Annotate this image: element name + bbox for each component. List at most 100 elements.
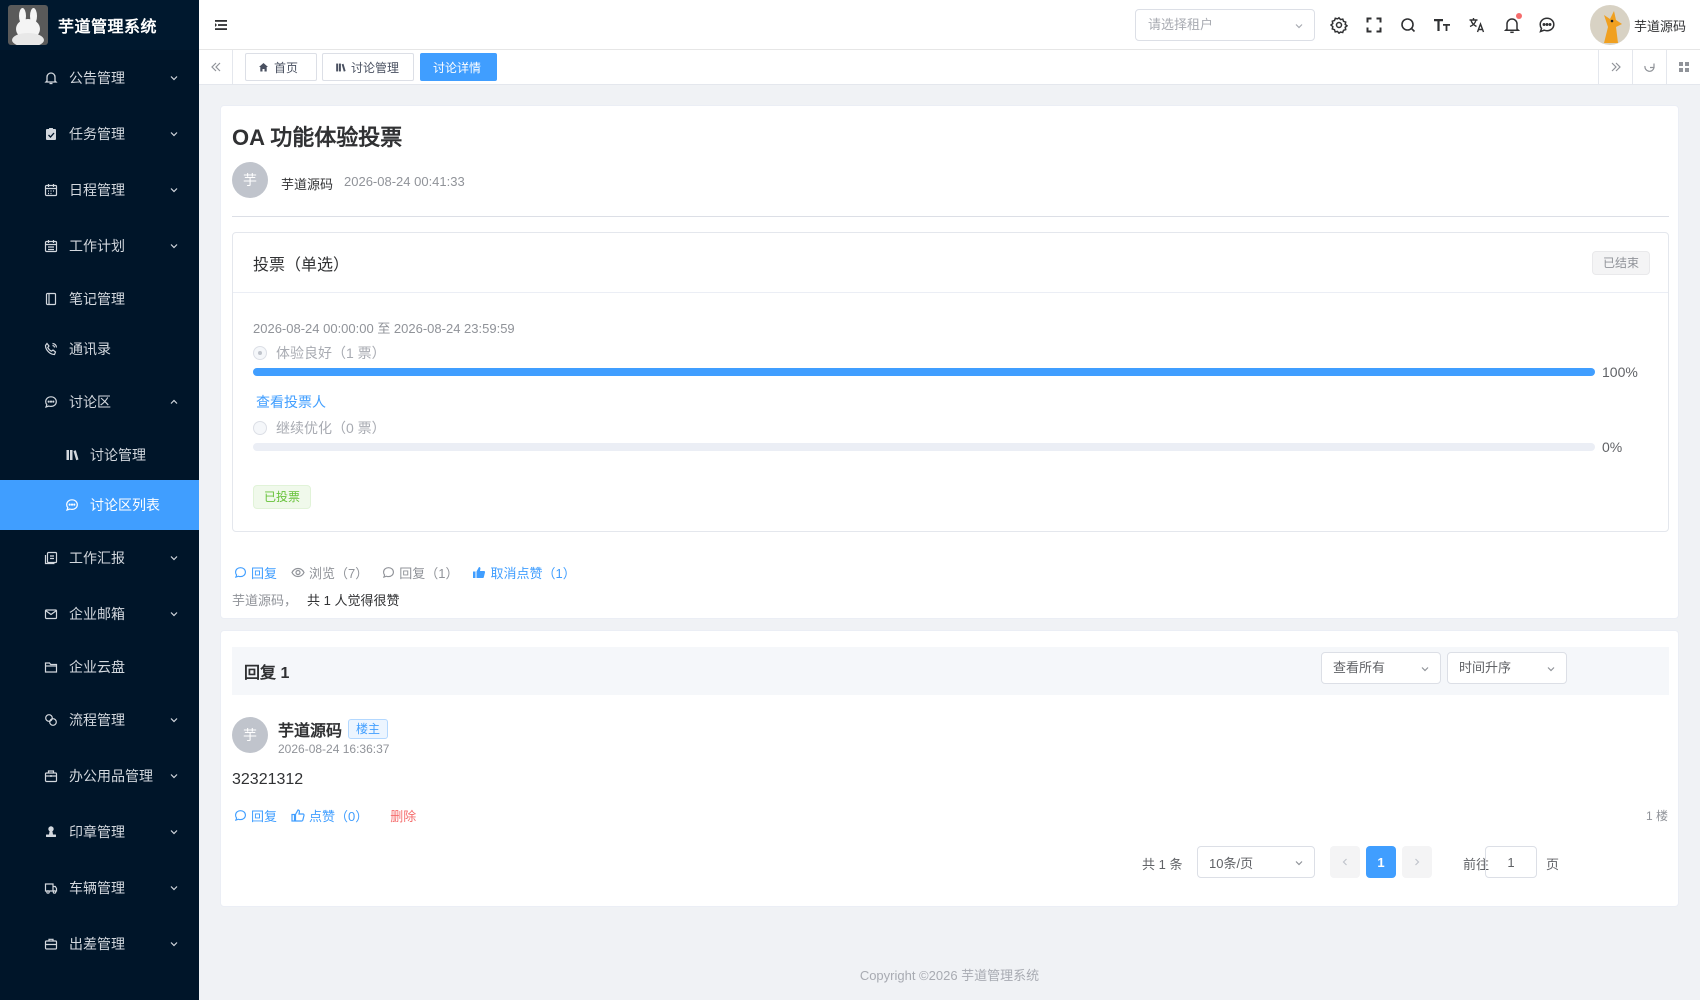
views-count: 浏览（7） xyxy=(291,563,368,582)
tab-label: 讨论管理 xyxy=(351,60,400,75)
calendar-grid-icon xyxy=(43,238,59,254)
phone-icon xyxy=(43,341,59,357)
reply-button[interactable]: 回复 xyxy=(234,563,277,582)
reply-filter-select[interactable]: 查看所有 xyxy=(1321,652,1441,684)
sidebar-item-work-report[interactable]: 工作汇报 xyxy=(0,530,199,586)
mail-icon xyxy=(43,606,59,622)
eye-icon xyxy=(291,567,305,578)
reply-button[interactable]: 回复 xyxy=(234,806,277,825)
sidebar-item-label: 出差管理 xyxy=(69,936,125,952)
floor-number: 1 楼 xyxy=(1645,809,1668,823)
next-page-button[interactable] xyxy=(1402,846,1432,878)
vote-option-2[interactable]: 继续优化（0 票） xyxy=(253,418,386,438)
sidebar-item-office-supplies[interactable]: 办公用品管理 xyxy=(0,748,199,804)
sidebar-item-workflow[interactable]: 流程管理 xyxy=(0,692,199,748)
reply-content: 32321312 xyxy=(232,771,304,788)
books-icon xyxy=(336,63,346,72)
fullscreen-icon[interactable] xyxy=(1363,14,1385,36)
package-icon xyxy=(43,768,59,784)
radio[interactable] xyxy=(253,421,267,435)
sidebar-item-notes[interactable]: 笔记管理 xyxy=(0,274,199,324)
refresh-icon[interactable] xyxy=(1632,50,1666,84)
menu-fold-icon[interactable] xyxy=(210,14,232,36)
sidebar-item-schedule[interactable]: 日程管理 xyxy=(0,162,199,218)
sidebar-item-contacts[interactable]: 通讯录 xyxy=(0,324,199,374)
chevron-down-icon xyxy=(170,76,178,81)
username[interactable]: 芋道源码 xyxy=(1634,16,1686,35)
user-avatar[interactable] xyxy=(1590,5,1630,45)
stamp-icon xyxy=(43,824,59,840)
chevron-left-icon xyxy=(1342,858,1347,866)
post-title: OA 功能体验投票 xyxy=(232,125,403,150)
vote-option-1[interactable]: 体验良好（1 票） xyxy=(253,343,386,363)
settings-gear-icon[interactable] xyxy=(1328,14,1350,36)
sidebar-item-label: 办公用品管理 xyxy=(69,768,153,784)
likers-names: 芋道源码， xyxy=(232,593,298,608)
font-size-icon[interactable] xyxy=(1431,14,1453,36)
author-avatar: 芋 xyxy=(232,162,268,198)
vote-percent: 0% xyxy=(1602,439,1623,455)
reply-label: 回复 xyxy=(251,566,278,581)
reply-sort-select[interactable]: 时间升序 xyxy=(1447,652,1567,684)
sidebar-item-forum[interactable]: 讨论区 xyxy=(0,374,199,430)
sidebar-item-vehicle[interactable]: 车辆管理 xyxy=(0,860,199,916)
sidebar-item-tasks[interactable]: 任务管理 xyxy=(0,106,199,162)
books-icon xyxy=(64,447,80,463)
tags-view-bar: 首页 讨论管理 讨论详情 xyxy=(199,50,1700,85)
sidebar-item-mail[interactable]: 企业邮箱 xyxy=(0,586,199,642)
vote-heading-text: 投票（单选） xyxy=(253,256,350,274)
likers-line: 芋道源码， 共 1 人觉得很赞 xyxy=(232,590,399,609)
scroll-left-icon[interactable] xyxy=(199,50,233,84)
chevron-down-icon xyxy=(170,718,178,723)
page-size-select[interactable]: 10条/页 xyxy=(1197,846,1315,878)
replies-count: 回复（1） xyxy=(382,563,458,582)
like-button[interactable]: 点赞（0） xyxy=(291,806,368,825)
vote-option-label: 体验良好（1 票） xyxy=(276,345,386,361)
prev-page-button[interactable] xyxy=(1330,846,1360,878)
vote-option-label: 继续优化（0 票） xyxy=(276,420,386,436)
chevron-down-icon xyxy=(170,188,178,193)
radio[interactable] xyxy=(253,346,267,360)
sidebar-item-label: 讨论区 xyxy=(69,394,111,410)
message-icon[interactable] xyxy=(1536,14,1558,36)
app-title: 芋道管理系统 xyxy=(58,19,158,36)
sidebar-item-work-plan[interactable]: 工作计划 xyxy=(0,218,199,274)
scroll-right-icon[interactable] xyxy=(1598,50,1632,84)
page-number-current[interactable]: 1 xyxy=(1366,846,1396,878)
delete-button[interactable]: 删除 xyxy=(390,806,416,825)
folder-icon xyxy=(43,659,59,675)
tab-home[interactable]: 首页 xyxy=(245,53,317,81)
grid-menu-icon[interactable] xyxy=(1666,50,1700,84)
sidebar-item-cloud-drive[interactable]: 企业云盘 xyxy=(0,642,199,692)
chevron-down-icon xyxy=(170,830,178,835)
logo[interactable]: 芋道管理系统 xyxy=(0,0,199,50)
chat-icon xyxy=(64,497,80,513)
chevron-down-icon xyxy=(1421,667,1429,672)
tenant-select[interactable]: 请选择租户 xyxy=(1135,9,1315,41)
sidebar-item-business-trip[interactable]: 出差管理 xyxy=(0,916,199,972)
thumbs-up-filled-icon xyxy=(473,567,486,578)
tab-discussion-manage[interactable]: 讨论管理 xyxy=(322,53,414,81)
vote-progress-bar xyxy=(253,443,1595,451)
notification-bell-icon[interactable] xyxy=(1501,13,1523,36)
sidebar-item-forum-list[interactable]: 讨论区列表 xyxy=(0,480,199,530)
goto-page-input[interactable]: 1 xyxy=(1485,846,1537,878)
replies-label: 回复（1） xyxy=(399,566,459,581)
tab-discussion-detail[interactable]: 讨论详情 xyxy=(420,53,497,81)
chevron-right-icon xyxy=(1415,858,1420,866)
chat-icon xyxy=(234,810,246,822)
tab-label: 首页 xyxy=(274,60,299,75)
sidebar-item-label: 任务管理 xyxy=(69,126,125,142)
sidebar-item-seal[interactable]: 印章管理 xyxy=(0,804,199,860)
sidebar-item-announcements[interactable]: 公告管理 xyxy=(0,50,199,106)
sidebar-item-discussion-manage[interactable]: 讨论管理 xyxy=(0,430,199,480)
reply-actions: 回复 点赞（0） 删除 xyxy=(234,806,416,825)
truck-icon xyxy=(43,880,59,896)
unlike-button[interactable]: 取消点赞（1） xyxy=(472,563,576,582)
sidebar-item-label: 笔记管理 xyxy=(69,291,125,307)
translate-icon[interactable] xyxy=(1466,14,1488,36)
search-icon[interactable] xyxy=(1397,14,1419,36)
view-voters-link[interactable]: 查看投票人 xyxy=(256,392,326,412)
chevron-down-icon xyxy=(1295,861,1303,866)
pagination: 共 1 条 10条/页 1 前往 1 页 xyxy=(221,846,1680,878)
